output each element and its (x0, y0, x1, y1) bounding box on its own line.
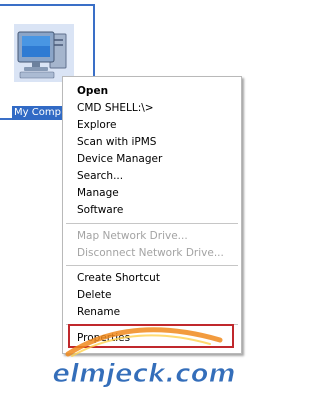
menu-separator (66, 265, 238, 266)
watermark-logo: elmjeck.com (52, 359, 236, 390)
menu-item-manage[interactable]: Manage (77, 185, 119, 201)
menu-item-explore[interactable]: Explore (77, 117, 116, 133)
my-computer-label[interactable]: My Comp (12, 106, 64, 120)
menu-item-scan-with-ipms[interactable]: Scan with iPMS (77, 134, 156, 150)
menu-item-device-manager[interactable]: Device Manager (77, 151, 162, 167)
context-menu: Open CMD SHELL:\> Explore Scan with iPMS… (62, 76, 242, 354)
watermark-text: elmjeck.com (52, 359, 235, 389)
menu-item-cmd-shell[interactable]: CMD SHELL:\> (77, 100, 154, 116)
menu-item-disconnect-network-drive: Disconnect Network Drive... (77, 247, 224, 259)
menu-item-software[interactable]: Software (77, 202, 123, 218)
watermark-swoosh (65, 327, 223, 357)
my-computer-icon[interactable] (14, 24, 74, 82)
menu-item-open[interactable]: Open (77, 83, 108, 99)
menu-item-map-network-drive: Map Network Drive... (77, 230, 188, 242)
menu-item-create-shortcut[interactable]: Create Shortcut (77, 270, 160, 286)
menu-separator (66, 223, 238, 224)
menu-item-search[interactable]: Search... (77, 168, 123, 184)
menu-item-delete[interactable]: Delete (77, 287, 112, 303)
